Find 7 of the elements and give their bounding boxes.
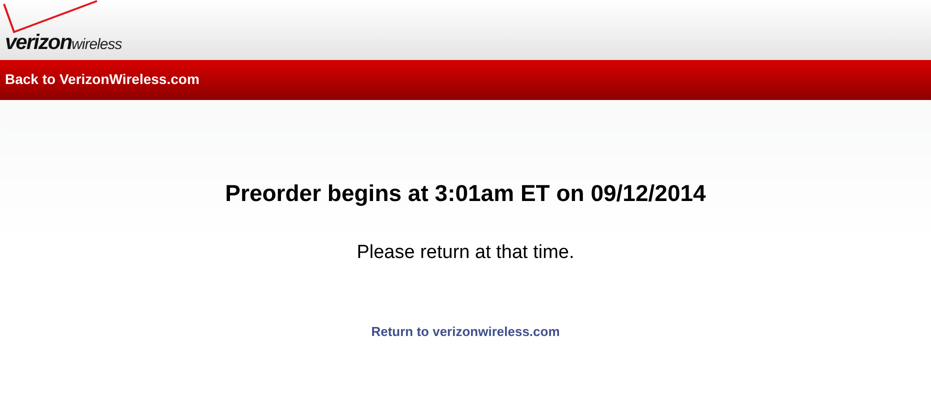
back-link[interactable]: Back to VerizonWireless.com — [5, 70, 200, 90]
return-link[interactable]: Return to verizonwireless.com — [371, 324, 560, 339]
logo-brand: verizon — [5, 31, 72, 55]
subtext: Please return at that time. — [356, 242, 574, 264]
checkmark-icon — [2, 0, 98, 34]
heading: Preorder begins at 3:01am ET on 09/12/2014 — [225, 180, 706, 207]
logo-suffix: wireless — [72, 36, 122, 53]
